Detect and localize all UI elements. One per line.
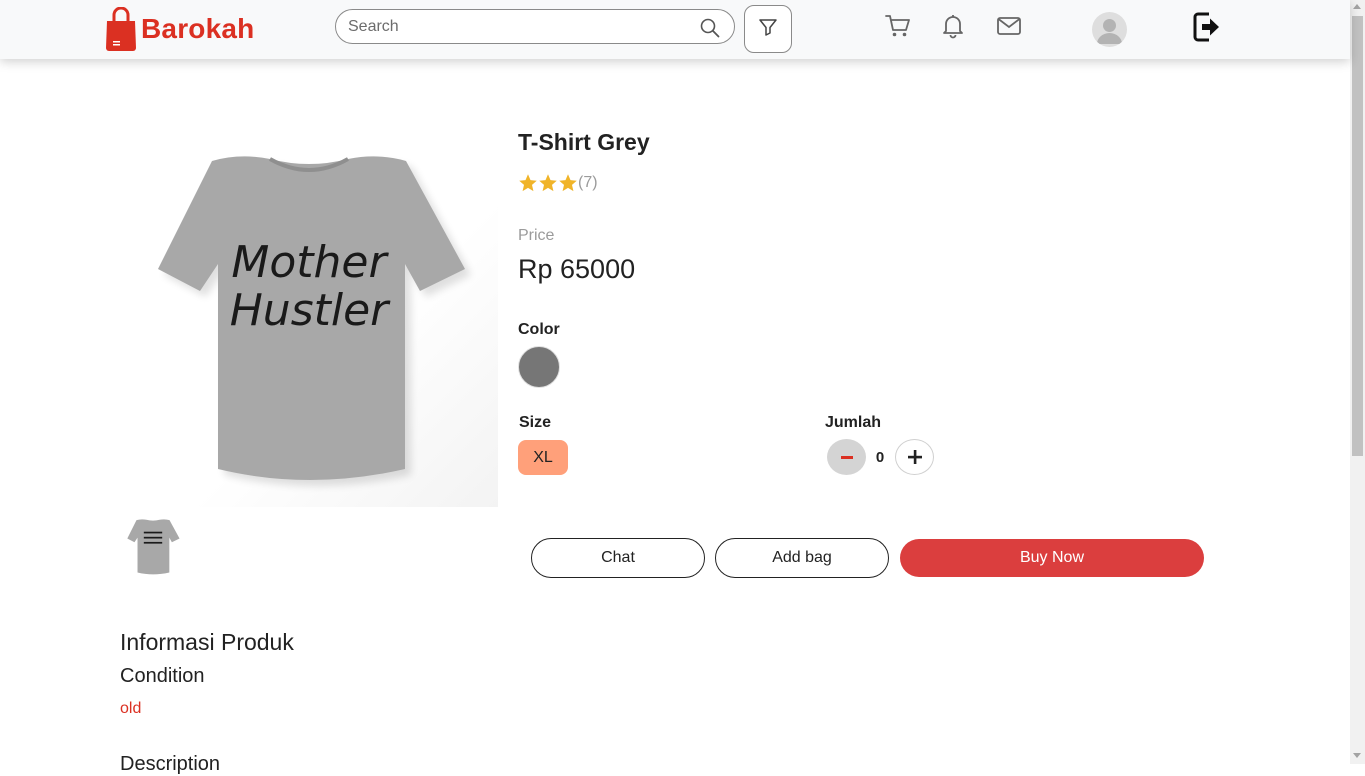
- scroll-down-arrow-icon[interactable]: [1353, 753, 1361, 758]
- filter-button[interactable]: [744, 5, 792, 53]
- description-title: Description: [120, 753, 221, 775]
- brand-name: Barokah: [141, 13, 255, 44]
- buy-now-button[interactable]: Buy Now: [900, 539, 1204, 577]
- product-image: Mother Hustler: [120, 119, 498, 507]
- bell-icon[interactable]: [940, 13, 966, 39]
- price-label: Price: [518, 227, 555, 244]
- avatar[interactable]: [1092, 12, 1127, 47]
- rating-count: (7): [578, 174, 598, 191]
- chat-button[interactable]: Chat: [531, 538, 705, 578]
- color-label: Color: [518, 321, 560, 338]
- size-option-xl[interactable]: XL: [518, 440, 568, 475]
- shopping-bag-icon: [104, 6, 138, 51]
- avatar-icon: [1092, 19, 1127, 47]
- mail-icon[interactable]: [996, 13, 1022, 39]
- star-icon: [558, 173, 578, 193]
- star-icon: [518, 173, 538, 193]
- product-thumbnail[interactable]: [120, 513, 186, 579]
- quantity-value: 0: [875, 449, 885, 466]
- search-input[interactable]: [348, 10, 688, 43]
- product-info-title: Informasi Produk: [120, 629, 294, 655]
- navbar: Barokah: [0, 0, 1350, 59]
- rating: (7): [518, 173, 598, 193]
- quantity-decrease-button[interactable]: [827, 439, 866, 475]
- add-bag-button[interactable]: Add bag: [715, 538, 889, 578]
- shirt-print-line1: Mother: [231, 237, 389, 288]
- price-value: Rp 65000: [518, 254, 636, 284]
- star-icon: [538, 173, 558, 193]
- search-bar[interactable]: [335, 9, 735, 44]
- shirt-print-line2: Hustler: [230, 285, 391, 336]
- quantity-increase-button[interactable]: [895, 439, 934, 475]
- scroll-thumb[interactable]: [1352, 16, 1363, 456]
- quantity-label: Jumlah: [825, 414, 882, 431]
- product-title: T-Shirt Grey: [518, 129, 650, 155]
- scroll-up-arrow-icon[interactable]: [1353, 4, 1361, 9]
- plus-icon: [907, 445, 922, 470]
- search-icon[interactable]: [700, 18, 720, 38]
- condition-title: Condition: [120, 665, 205, 687]
- brand-logo[interactable]: Barokah: [104, 6, 255, 51]
- filter-icon: [758, 17, 778, 42]
- logout-icon[interactable]: [1192, 11, 1222, 43]
- minus-icon: [840, 455, 853, 459]
- size-label: Size: [519, 414, 552, 431]
- color-swatch-grey[interactable]: [518, 346, 560, 388]
- scrollbar[interactable]: [1350, 0, 1365, 764]
- cart-icon[interactable]: [885, 13, 911, 39]
- condition-value: old: [120, 700, 142, 717]
